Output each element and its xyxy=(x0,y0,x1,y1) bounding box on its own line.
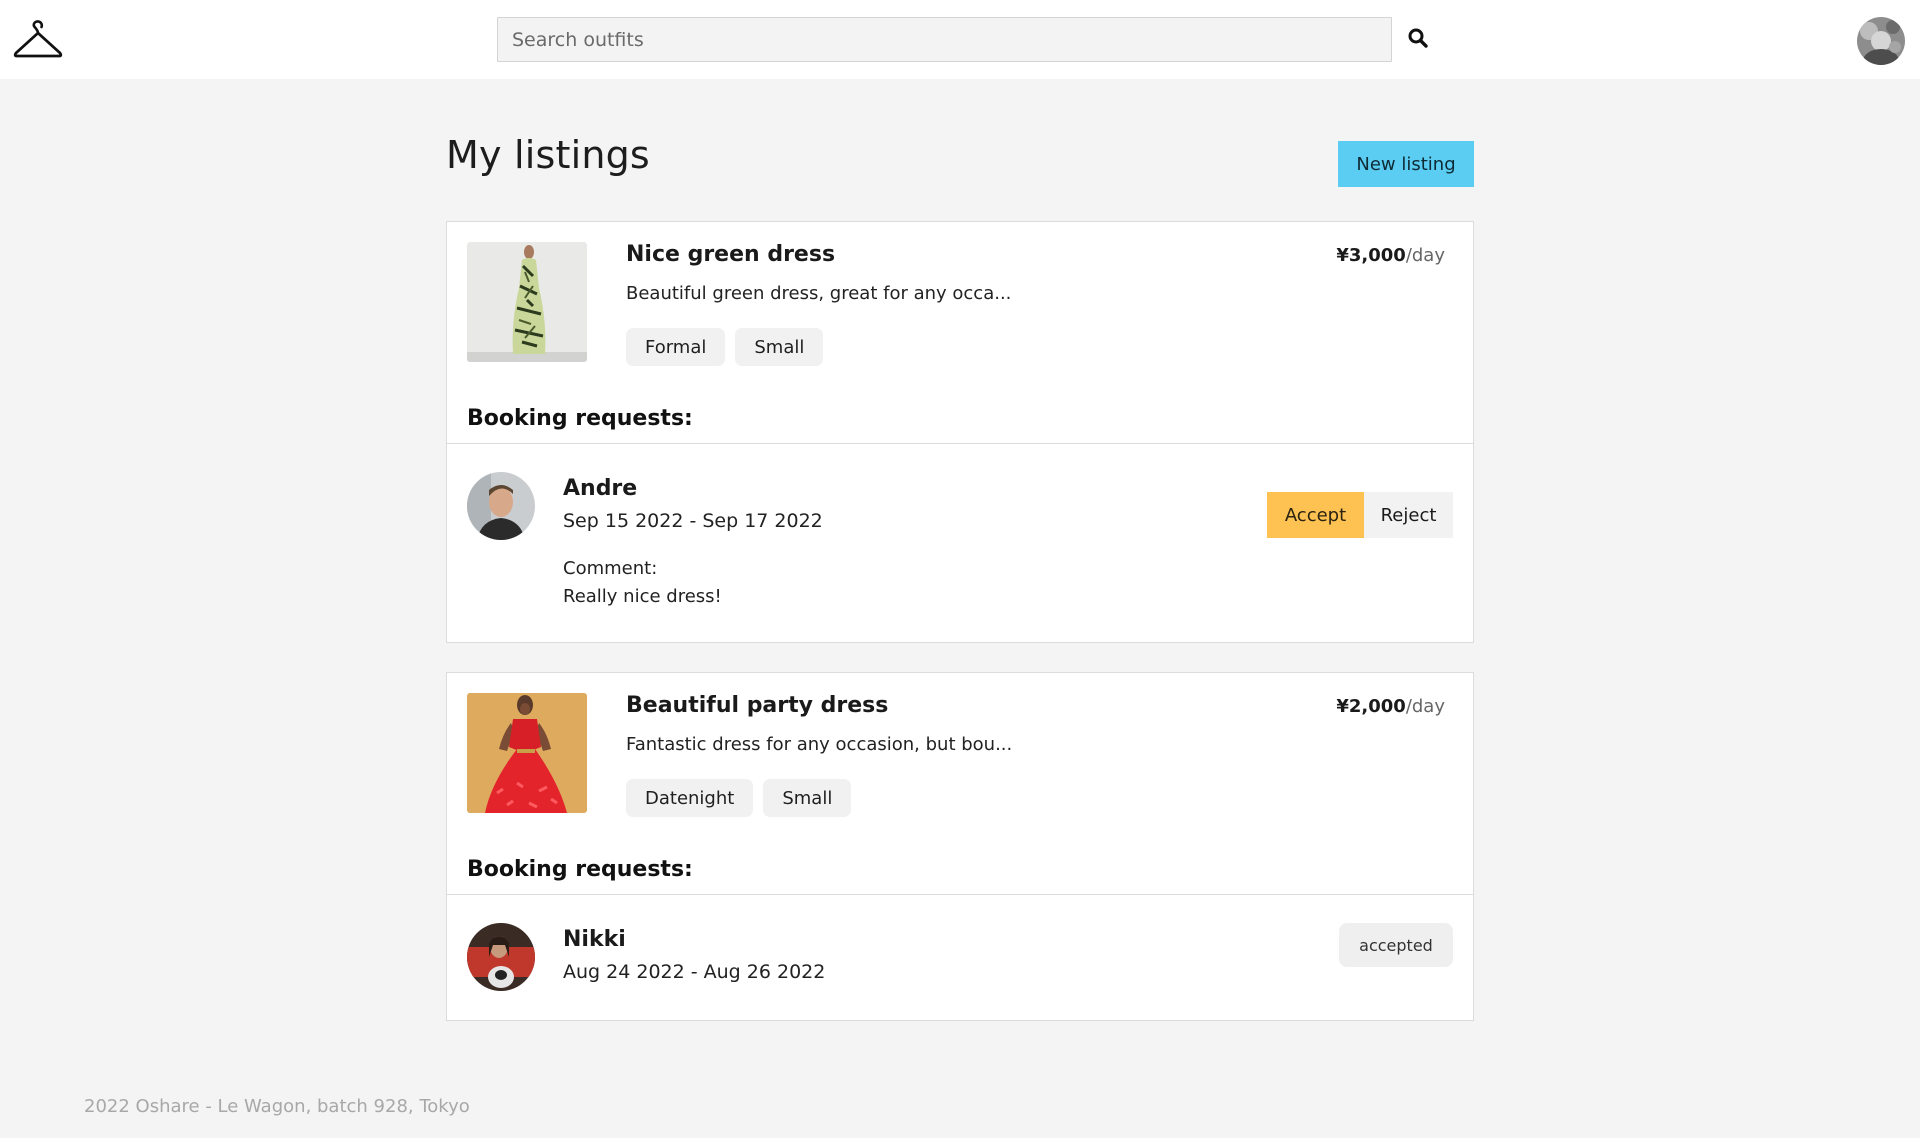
footer-text: 2022 Oshare - Le Wagon, batch 928, Tokyo xyxy=(84,1096,470,1117)
tag-list: Formal Small xyxy=(626,328,824,366)
booking-actions: Accept Reject xyxy=(1267,492,1453,538)
search-input[interactable] xyxy=(497,17,1392,62)
tag: Small xyxy=(763,779,852,817)
listing-card: Beautiful party dress Fantastic dress fo… xyxy=(446,672,1474,1021)
booking-dates: Aug 24 2022 - Aug 26 2022 xyxy=(563,961,826,983)
price-unit: /day xyxy=(1405,696,1445,717)
listing-thumbnail[interactable] xyxy=(467,693,587,813)
booking-dates: Sep 15 2022 - Sep 17 2022 xyxy=(563,510,823,532)
accept-button[interactable]: Accept xyxy=(1267,492,1364,538)
listing-thumbnail[interactable] xyxy=(467,242,587,362)
new-listing-button[interactable]: New listing xyxy=(1338,141,1474,187)
tag: Datenight xyxy=(626,779,754,817)
booking-requests-heading: Booking requests: xyxy=(467,857,693,882)
requester-avatar xyxy=(467,472,535,540)
price: ¥3,000/day xyxy=(1336,245,1445,266)
divider xyxy=(447,443,1473,444)
listing-description: Fantastic dress for any occasion, but bo… xyxy=(626,734,1013,755)
tag: Formal xyxy=(626,328,726,366)
comment-label: Comment: xyxy=(563,558,658,579)
hanger-icon[interactable] xyxy=(13,20,63,60)
requester-name: Andre xyxy=(563,476,638,501)
booking-requests-heading: Booking requests: xyxy=(467,406,693,431)
price-unit: /day xyxy=(1405,245,1445,266)
tag: Small xyxy=(735,328,824,366)
listing-description: Beautiful green dress, great for any occ… xyxy=(626,283,1012,304)
user-avatar[interactable] xyxy=(1857,17,1905,65)
status-badge: accepted xyxy=(1339,923,1453,967)
divider xyxy=(447,894,1473,895)
comment-text: Really nice dress! xyxy=(563,586,722,607)
navbar xyxy=(0,0,1920,79)
listing-card: Nice green dress Beautiful green dress, … xyxy=(446,221,1474,643)
listing-title[interactable]: Nice green dress xyxy=(626,242,835,267)
reject-button[interactable]: Reject xyxy=(1364,492,1453,538)
search-icon[interactable] xyxy=(1405,25,1431,51)
price-amount: ¥2,000 xyxy=(1336,696,1406,717)
requester-avatar xyxy=(467,923,535,991)
requester-name: Nikki xyxy=(563,927,626,952)
listing-title[interactable]: Beautiful party dress xyxy=(626,693,888,718)
price: ¥2,000/day xyxy=(1336,696,1445,717)
page-title: My listings xyxy=(446,133,650,177)
price-amount: ¥3,000 xyxy=(1336,245,1406,266)
tag-list: Datenight Small xyxy=(626,779,852,817)
